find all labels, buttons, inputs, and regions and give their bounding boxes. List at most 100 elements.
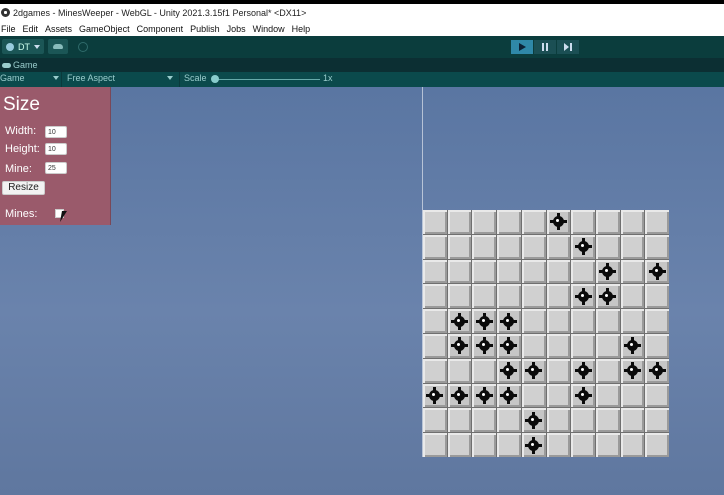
menu-item-jobs[interactable]: Jobs <box>226 24 246 34</box>
board-cell[interactable] <box>595 383 620 408</box>
board-cell[interactable] <box>571 358 595 383</box>
board-cell[interactable] <box>497 210 521 234</box>
board-cell[interactable] <box>645 383 669 408</box>
board-cell[interactable] <box>447 408 472 433</box>
board-cell[interactable] <box>472 433 497 457</box>
board-cell[interactable] <box>447 358 472 383</box>
board-cell[interactable] <box>521 358 546 383</box>
board-cell[interactable] <box>546 358 571 383</box>
board-cell[interactable] <box>447 234 472 259</box>
board-cell[interactable] <box>645 358 669 383</box>
board-cell[interactable] <box>423 210 447 234</box>
height-field[interactable] <box>45 143 67 155</box>
board-cell[interactable] <box>620 333 645 358</box>
board-cell[interactable] <box>620 259 645 284</box>
board-cell[interactable] <box>447 433 472 457</box>
board-cell[interactable] <box>472 234 497 259</box>
menu-item-file[interactable]: File <box>0 24 16 34</box>
menu-item-publish[interactable]: Publish <box>189 24 220 34</box>
board-cell[interactable] <box>546 234 571 259</box>
display-dropdown[interactable]: Game <box>0 73 59 83</box>
board-cell[interactable] <box>521 210 546 234</box>
board-cell[interactable] <box>423 309 447 333</box>
board-cell[interactable] <box>447 210 472 234</box>
board-cell[interactable] <box>571 284 595 309</box>
board-cell[interactable] <box>423 234 447 259</box>
board-cell[interactable] <box>595 433 620 457</box>
menu-item-window[interactable]: Window <box>252 24 285 34</box>
board-cell[interactable] <box>620 358 645 383</box>
board-cell[interactable] <box>447 333 472 358</box>
board-cell[interactable] <box>521 333 546 358</box>
menu-item-edit[interactable]: Edit <box>22 24 39 34</box>
mine-field[interactable] <box>45 162 67 174</box>
board-cell[interactable] <box>472 259 497 284</box>
board-cell[interactable] <box>423 284 447 309</box>
board-cell[interactable] <box>521 234 546 259</box>
board-cell[interactable] <box>497 433 521 457</box>
board-cell[interactable] <box>645 309 669 333</box>
aspect-dropdown[interactable]: Free Aspect <box>67 73 174 83</box>
board-cell[interactable] <box>595 210 620 234</box>
play-button[interactable] <box>511 40 533 54</box>
pause-button[interactable] <box>534 40 556 54</box>
board-cell[interactable] <box>620 309 645 333</box>
board-cell[interactable] <box>645 210 669 234</box>
board-cell[interactable] <box>645 284 669 309</box>
board-cell[interactable] <box>447 284 472 309</box>
resize-button[interactable]: Resize <box>2 181 45 195</box>
board-cell[interactable] <box>595 358 620 383</box>
collab-button[interactable] <box>74 39 92 54</box>
board-cell[interactable] <box>620 210 645 234</box>
board-cell[interactable] <box>571 408 595 433</box>
board-cell[interactable] <box>620 234 645 259</box>
board-cell[interactable] <box>472 333 497 358</box>
board-cell[interactable] <box>423 358 447 383</box>
board-cell[interactable] <box>497 383 521 408</box>
board-cell[interactable] <box>423 333 447 358</box>
board-cell[interactable] <box>645 234 669 259</box>
board-cell[interactable] <box>571 259 595 284</box>
board-cell[interactable] <box>423 408 447 433</box>
menu-item-help[interactable]: Help <box>291 24 311 34</box>
board-cell[interactable] <box>423 383 447 408</box>
tab-game[interactable]: Game <box>0 58 724 72</box>
width-field[interactable] <box>45 126 67 138</box>
board-cell[interactable] <box>546 408 571 433</box>
account-dropdown[interactable]: DT <box>2 39 44 54</box>
board-cell[interactable] <box>595 309 620 333</box>
board-cell[interactable] <box>571 433 595 457</box>
cloud-button[interactable] <box>48 39 68 54</box>
menu-item-assets[interactable]: Assets <box>44 24 72 34</box>
board-cell[interactable] <box>620 383 645 408</box>
board-cell[interactable] <box>571 309 595 333</box>
scale-slider-track[interactable] <box>212 79 320 80</box>
board-cell[interactable] <box>497 234 521 259</box>
board-cell[interactable] <box>595 408 620 433</box>
menu-item-component[interactable]: Component <box>136 24 184 34</box>
board-cell[interactable] <box>472 383 497 408</box>
board-cell[interactable] <box>546 284 571 309</box>
menu-item-gameobject[interactable]: GameObject <box>78 24 130 34</box>
board-cell[interactable] <box>546 433 571 457</box>
board-cell[interactable] <box>472 284 497 309</box>
board-cell[interactable] <box>645 333 669 358</box>
board-cell[interactable] <box>521 433 546 457</box>
board-cell[interactable] <box>645 408 669 433</box>
board-cell[interactable] <box>497 259 521 284</box>
scale-slider-handle[interactable] <box>211 75 219 83</box>
board-cell[interactable] <box>546 383 571 408</box>
board-cell[interactable] <box>497 333 521 358</box>
board-cell[interactable] <box>620 433 645 457</box>
board-cell[interactable] <box>645 433 669 457</box>
board-cell[interactable] <box>546 259 571 284</box>
board-cell[interactable] <box>595 333 620 358</box>
board-cell[interactable] <box>423 433 447 457</box>
board-cell[interactable] <box>521 383 546 408</box>
board-cell[interactable] <box>497 358 521 383</box>
board-cell[interactable] <box>595 259 620 284</box>
board-cell[interactable] <box>546 333 571 358</box>
board-cell[interactable] <box>472 309 497 333</box>
board-cell[interactable] <box>571 234 595 259</box>
board-cell[interactable] <box>546 309 571 333</box>
